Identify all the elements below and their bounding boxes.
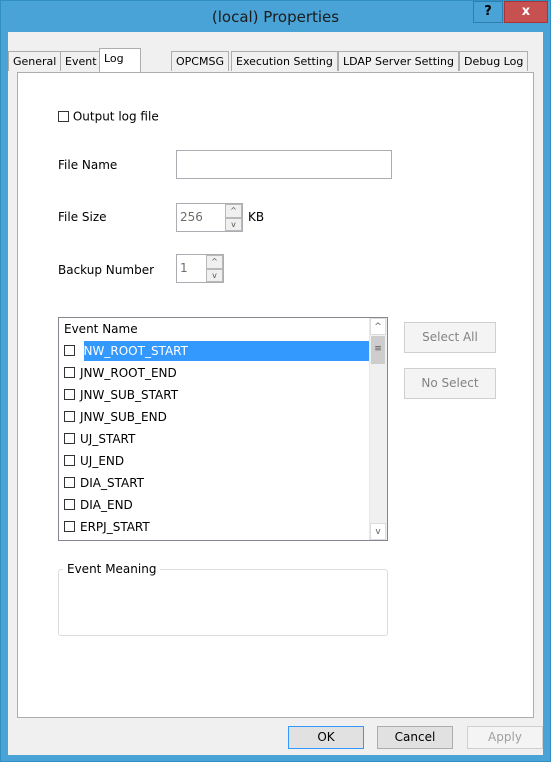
event-label: DIA_START [80, 476, 145, 490]
event-list-item[interactable]: JNW_ROOT_START [64, 341, 370, 361]
apply-button[interactable]: Apply [467, 726, 543, 749]
cancel-button[interactable]: Cancel [377, 726, 453, 749]
event-checkbox[interactable] [64, 389, 75, 400]
file-size-up-button[interactable]: ^ [225, 204, 242, 218]
file-size-down-button[interactable]: v [225, 217, 242, 231]
select-all-button[interactable]: Select All [404, 322, 496, 353]
close-button[interactable]: x [504, 1, 548, 23]
event-checkbox[interactable] [64, 521, 75, 532]
event-list-item[interactable]: JNW_ROOT_END [64, 363, 369, 383]
event-name-list[interactable]: Event Name JNW_ROOT_START JNW_ROOT_END JNW… [58, 317, 388, 541]
window-title: (local) Properties [211, 8, 340, 26]
backup-number-label: Backup Number [58, 263, 155, 277]
tab-general[interactable]: General [8, 51, 62, 71]
file-size-spin-buttons: ^ v [225, 204, 242, 231]
event-list-item[interactable]: UJ_END [64, 451, 369, 471]
backup-number-down-button[interactable]: v [206, 268, 223, 282]
tab-debug-log[interactable]: Debug Log [459, 51, 529, 71]
file-size-value: 256 [180, 210, 203, 224]
event-list-item[interactable]: UJ_START [64, 429, 369, 449]
title-bar[interactable]: (local) Properties ? x [1, 1, 550, 32]
event-checkbox[interactable] [64, 367, 75, 378]
output-log-file-label: Output log file [72, 109, 159, 124]
event-label: DIA_END [80, 498, 133, 512]
properties-window: (local) Properties ? x General Event Log… [0, 0, 551, 762]
event-label: JNW_ROOT_START [80, 344, 188, 358]
file-name-input[interactable] [176, 150, 392, 179]
event-label: UJ_END [80, 454, 125, 468]
event-meaning-group [58, 569, 388, 636]
event-label: JNW_SUB_START [80, 388, 179, 402]
scroll-thumb[interactable]: ≡ [371, 336, 385, 364]
event-list-item[interactable]: JNW_SUB_START [64, 385, 369, 405]
backup-number-up-button[interactable]: ^ [206, 255, 223, 269]
backup-number-spin-buttons: ^ v [206, 255, 223, 282]
file-size-unit: KB [248, 210, 265, 224]
event-list-scrollbar[interactable]: ^ ≡ v [369, 318, 387, 540]
backup-number-value: 1 [180, 261, 188, 275]
event-label: ERPJ_START [80, 520, 150, 534]
event-name-header: Event Name [64, 322, 138, 336]
file-size-label: File Size [58, 210, 107, 224]
ok-button[interactable]: OK [288, 726, 364, 749]
event-list-item[interactable]: DIA_END [64, 495, 369, 515]
event-label: JNW_SUB_END [80, 410, 167, 424]
event-meaning-label: Event Meaning [63, 562, 161, 576]
no-select-button[interactable]: No Select [404, 368, 496, 399]
output-log-file-option[interactable]: Output log file [58, 109, 159, 124]
file-size-spinner[interactable]: 256 ^ v [176, 203, 243, 232]
event-checkbox[interactable] [64, 499, 75, 510]
scroll-down-button[interactable]: v [370, 523, 386, 540]
output-log-file-checkbox[interactable] [58, 111, 69, 122]
event-checkbox[interactable] [64, 455, 75, 466]
event-list-item[interactable]: ERPJ_START [64, 517, 369, 537]
event-list-item[interactable]: JNW_SUB_END [64, 407, 369, 427]
event-checkbox[interactable] [64, 433, 75, 444]
scroll-up-button[interactable]: ^ [370, 318, 386, 335]
event-checkbox[interactable] [64, 411, 75, 422]
tab-opcmsg[interactable]: OPCMSG [171, 51, 229, 71]
event-checkbox[interactable] [64, 345, 75, 356]
tab-ldap-server-setting[interactable]: LDAP Server Setting [338, 51, 460, 71]
file-name-label: File Name [58, 158, 118, 172]
help-button[interactable]: ? [473, 1, 503, 23]
event-list-item[interactable]: DIA_START [64, 473, 369, 493]
tab-event[interactable]: Event [60, 51, 102, 71]
event-label: JNW_ROOT_END [80, 366, 177, 380]
event-checkbox[interactable] [64, 477, 75, 488]
tab-log[interactable]: Log [99, 48, 141, 72]
backup-number-spinner[interactable]: 1 ^ v [176, 254, 224, 283]
tab-execution-setting[interactable]: Execution Setting [231, 51, 338, 71]
event-label: UJ_START [80, 432, 136, 446]
